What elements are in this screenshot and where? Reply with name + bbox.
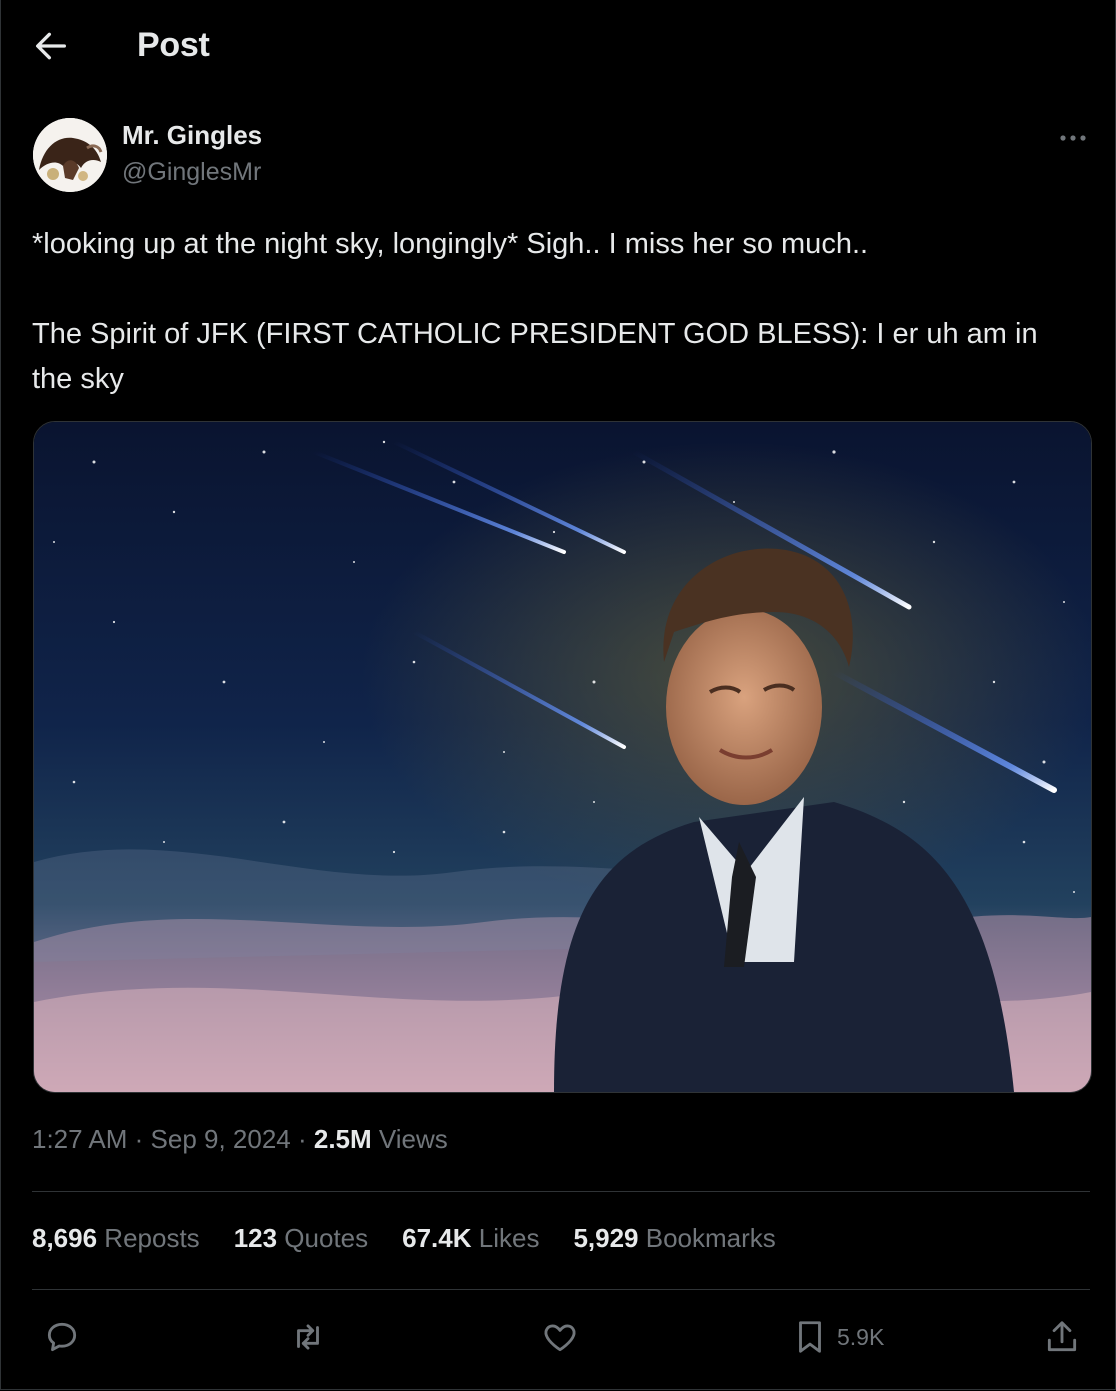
header: Post <box>1 0 1115 92</box>
tweet-date[interactable]: Sep 9, 2024 <box>151 1124 291 1154</box>
engagement-stats: 8,696 Reposts 123 Quotes 67.4K Likes 5,929 … <box>32 1223 810 1254</box>
jfk-night-sky-image <box>34 422 1091 1092</box>
reply-button[interactable] <box>43 1316 81 1358</box>
tweet-text-line-2: The Spirit of JFK (FIRST CATHOLIC PRESID… <box>32 318 1038 395</box>
meta-separator: · <box>290 1124 314 1154</box>
quotes-label: Quotes <box>277 1223 369 1253</box>
likes-label: Likes <box>471 1223 540 1253</box>
meta-separator: · <box>127 1124 151 1154</box>
avatar-image <box>33 118 107 192</box>
reposts-label: Reposts <box>97 1223 200 1253</box>
tweet-text-line-1: *looking up at the night sky, longingly*… <box>32 228 869 260</box>
bookmarks-count: 5,929 <box>573 1223 639 1253</box>
bookmark-count: 5.9K <box>837 1323 885 1350</box>
reposts-count: 8,696 <box>32 1223 98 1253</box>
bookmarks-stat[interactable]: 5,929 Bookmarks <box>573 1223 775 1253</box>
share-icon <box>1047 1321 1077 1352</box>
reposts-stat[interactable]: 8,696 Reposts <box>32 1223 200 1253</box>
like-button[interactable] <box>541 1316 579 1358</box>
bookmarks-label: Bookmarks <box>638 1223 776 1253</box>
divider <box>32 1191 1090 1192</box>
share-button[interactable] <box>1043 1316 1081 1358</box>
back-button[interactable] <box>31 26 71 66</box>
bookmark-icon <box>799 1321 821 1353</box>
repost-button[interactable] <box>289 1316 327 1358</box>
divider <box>32 1289 1090 1290</box>
quotes-stat[interactable]: 123 Quotes <box>234 1223 368 1253</box>
back-arrow-icon <box>36 32 67 60</box>
reply-icon <box>47 1322 77 1352</box>
heart-icon <box>544 1324 576 1352</box>
likes-count: 67.4K <box>402 1223 472 1253</box>
tweet-media-image[interactable] <box>33 421 1092 1093</box>
views-count: 2.5M <box>313 1124 372 1154</box>
author-display-name[interactable]: Mr. Gingles <box>122 120 262 151</box>
quotes-count: 123 <box>233 1223 278 1253</box>
views-label: Views <box>371 1124 448 1154</box>
repost-icon <box>297 1324 319 1350</box>
bookmark-button[interactable]: 5.9K <box>791 1316 884 1358</box>
author-handle[interactable]: @GinglesMr <box>122 158 261 187</box>
more-dots-icon <box>1060 135 1086 141</box>
page-title: Post <box>137 26 210 64</box>
likes-stat[interactable]: 67.4K Likes <box>402 1223 539 1253</box>
avatar[interactable] <box>33 118 107 192</box>
more-options-button[interactable] <box>1055 126 1091 150</box>
tweet-meta: 1:27 AM · Sep 9, 2024 · 2.5M Views <box>32 1124 448 1155</box>
tweet-time[interactable]: 1:27 AM <box>32 1124 127 1154</box>
tweet-text: *looking up at the night sky, longingly*… <box>32 222 1082 402</box>
post-page: Post Mr. Gingles @GinglesMr *looking up … <box>0 0 1116 1390</box>
